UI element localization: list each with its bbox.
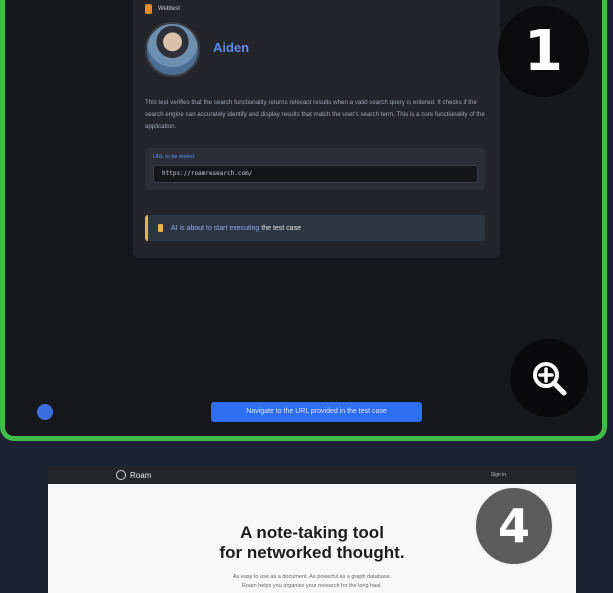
step-number-badge-4: 4 — [474, 486, 554, 566]
site-header: Roam Sign in — [48, 466, 576, 484]
zoom-button[interactable] — [510, 339, 588, 417]
status-message: AI is about to start executing the test … — [145, 215, 485, 241]
tag-label: Webtest — [158, 6, 180, 12]
site-logo[interactable]: Roam — [116, 470, 151, 480]
url-field[interactable]: https://roamresearch.com/ — [153, 165, 478, 183]
test-description: This test verifies that the search funct… — [145, 99, 485, 130]
agent-name: Aiden — [213, 40, 250, 55]
agent-avatar — [145, 22, 200, 77]
status-text: AI is about to start executing the test … — [171, 224, 301, 232]
hero-subtitle-line-1: As easy to use as a document. As powerfu… — [232, 574, 392, 580]
signin-link[interactable]: Sign in — [491, 472, 506, 478]
test-type-tag: Webtest — [145, 4, 180, 14]
hero-subtitle: As easy to use as a document. As powerfu… — [48, 573, 576, 591]
test-case-card: Webtest Aiden This test verifies that th… — [133, 0, 500, 258]
info-icon — [158, 224, 163, 232]
action-caption: Navigate to the URL provided in the test… — [211, 402, 422, 422]
zoom-in-icon — [533, 362, 567, 396]
url-field-group: URL to be tested https://roamresearch.co… — [145, 148, 485, 190]
step-number-badge-1: 1 — [498, 6, 589, 97]
url-field-label: URL to be tested — [153, 154, 195, 160]
step-indicator-dot[interactable] — [37, 404, 53, 420]
logo-text: Roam — [130, 470, 152, 480]
hero-subtitle-line-2: Roam helps you organize your research fo… — [241, 583, 383, 589]
roam-logo-icon — [116, 470, 126, 480]
webtest-icon — [145, 4, 152, 14]
